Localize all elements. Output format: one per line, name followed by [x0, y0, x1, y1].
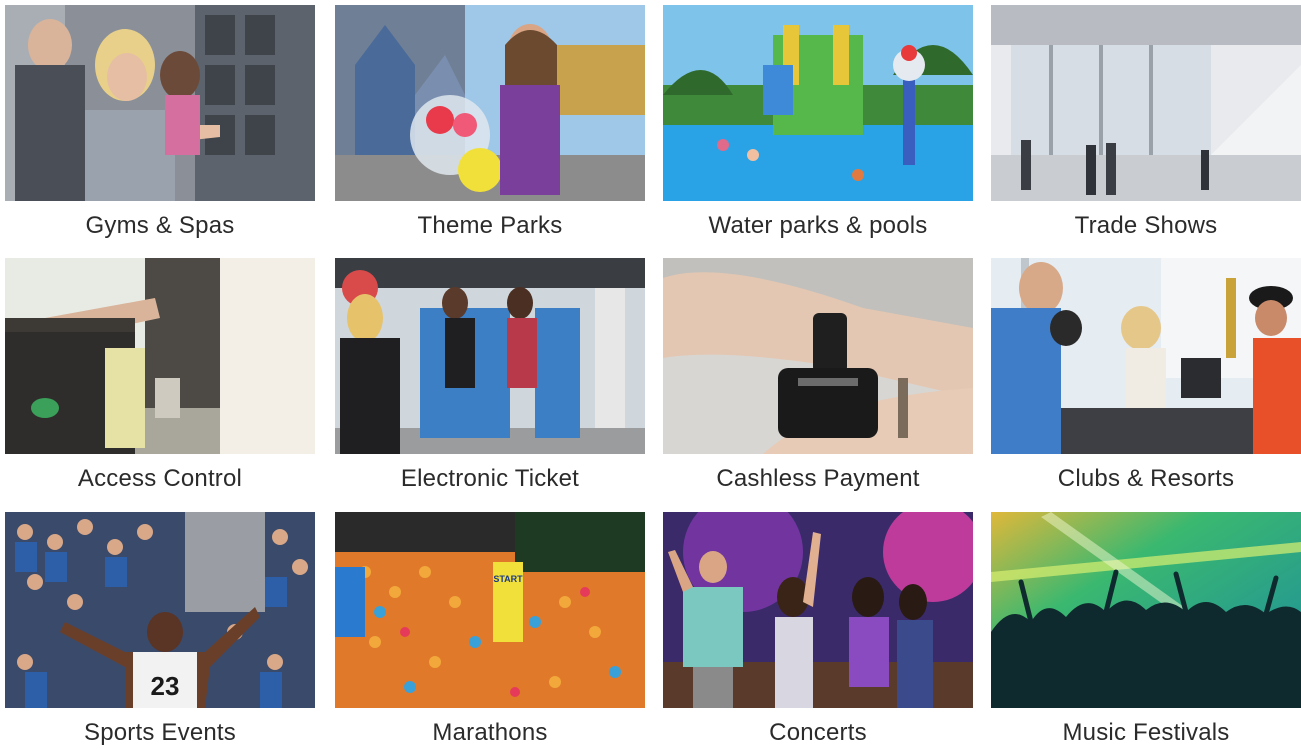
use-case-grid: Gyms & Spas Theme Parks Water parks & po…: [0, 0, 1301, 749]
tile-caption: Concerts: [769, 719, 867, 746]
tile-caption: Water parks & pools: [708, 212, 928, 239]
marathons-image: START: [335, 512, 645, 708]
cashless-payment-photo: [663, 258, 973, 454]
concerts-photo: [663, 512, 973, 708]
jersey-number: 23: [151, 671, 180, 701]
tile-caption: Sports Events: [83, 719, 236, 746]
clubs-resorts-image: [991, 258, 1301, 454]
marathon-start-banner: START: [493, 574, 523, 584]
trade-shows-image: [991, 5, 1301, 201]
cashless-payment-image: [663, 258, 973, 454]
tile-caption: Gyms & Spas: [85, 212, 235, 239]
music-festivals-photo: [991, 512, 1301, 708]
gyms-spas-photo: [5, 5, 315, 201]
tile-caption: Theme Parks: [417, 212, 563, 239]
tile-caption: Access Control: [77, 465, 243, 492]
access-control-photo: [5, 258, 315, 454]
theme-parks-image: [335, 5, 645, 201]
electronic-ticket-image: [335, 258, 645, 454]
tile-caption: Music Festivals: [1062, 719, 1230, 746]
gyms-spas-image: [5, 5, 315, 201]
concerts-image: [663, 512, 973, 708]
electronic-ticket-photo: [335, 258, 645, 454]
clubs-resorts-photo: [991, 258, 1301, 454]
tile-caption: Trade Shows: [1074, 212, 1218, 239]
trade-shows-photo: [991, 5, 1301, 201]
theme-parks-photo: [335, 5, 645, 201]
access-control-image: [5, 258, 315, 454]
water-parks-image: [663, 5, 973, 201]
sports-events-image: 23: [5, 512, 315, 708]
marathons-photo: START: [335, 512, 645, 708]
tile-caption: Cashless Payment: [716, 465, 920, 492]
tile-caption: Electronic Ticket: [400, 465, 580, 492]
tile-caption: Clubs & Resorts: [1057, 465, 1235, 492]
music-festivals-image: [991, 512, 1301, 708]
sports-events-photo: 23: [5, 512, 315, 708]
water-parks-photo: [663, 5, 973, 201]
tile-caption: Marathons: [432, 719, 548, 746]
